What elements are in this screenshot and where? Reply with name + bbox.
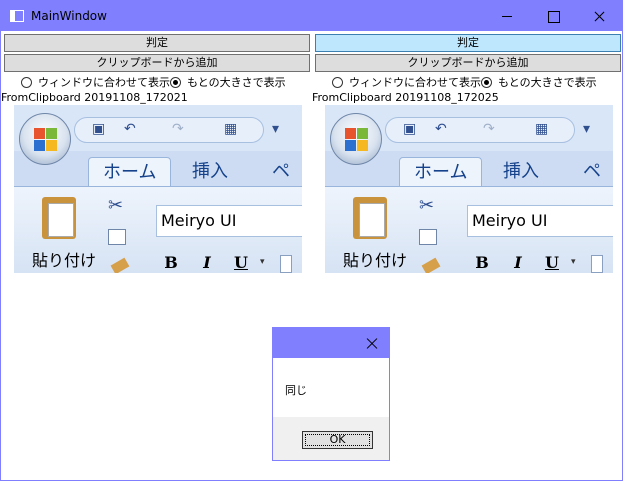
tab-insert: 挿入 (503, 161, 539, 182)
message-box: 同じ OK (272, 327, 390, 461)
cut-icon: ✂ (108, 195, 124, 216)
close-button[interactable] (576, 1, 622, 31)
app-window-icon (10, 10, 24, 22)
redo-icon: ↷ (483, 121, 495, 137)
add-from-clipboard-button-right[interactable]: クリップボードから追加 (315, 54, 621, 72)
radio-original-size-label-left[interactable]: もとの大きさで表示 (187, 74, 286, 90)
ribbon-body: 貼り付け ✂ Meiryo UI B I U ▾ (325, 186, 613, 273)
clipboard-icon (42, 197, 76, 239)
strikethrough-icon (591, 255, 603, 273)
chevron-down-icon: ▾ (571, 257, 576, 267)
radio-original-size-right[interactable] (481, 76, 492, 88)
message-box-title-bar[interactable] (273, 328, 389, 358)
font-name-box: Meiryo UI (467, 205, 613, 237)
capture-name-right: FromClipboard 20191108_172025 (312, 91, 499, 104)
radio-fit-window-label-right[interactable]: ウィンドウに合わせて表示 (349, 74, 481, 90)
ribbon-tabs: ホーム 挿入 ペー (325, 151, 613, 212)
tab-home: ホーム (399, 157, 483, 187)
undo-icon: ↶ (435, 121, 447, 137)
window-title: MainWindow (31, 9, 107, 23)
underline-icon: U (234, 253, 248, 272)
maximize-button[interactable] (530, 1, 576, 31)
right-panel: 判定 クリップボードから追加 ウィンドウに合わせて表示 もとの大きさで表示 Fr… (312, 34, 621, 105)
display-mode-radios-right: ウィンドウに合わせて表示 もとの大きさで表示 (315, 74, 621, 90)
add-from-clipboard-button-left[interactable]: クリップボードから追加 (4, 54, 310, 72)
tab-home: ホーム (88, 157, 172, 187)
bold-icon: B (475, 253, 489, 272)
tab-insert: 挿入 (192, 161, 228, 182)
judge-button-right[interactable]: 判定 (315, 34, 621, 52)
underline-icon: U (545, 253, 559, 272)
captured-image-right: ▣ ↶ ↷ ▦ ▾ ホーム 挿入 ペー 貼り付け ✂ Meiryo UI (325, 105, 613, 273)
format-painter-icon (421, 257, 441, 273)
left-panel: 判定 クリップボードから追加 ウィンドウに合わせて表示 もとの大きさで表示 Fr… (1, 34, 310, 105)
format-painter-icon (110, 257, 130, 273)
undo-icon: ↶ (124, 121, 136, 137)
italic-icon: I (203, 253, 211, 272)
paste-label: 貼り付け (343, 251, 408, 270)
save-icon: ▣ (403, 121, 417, 137)
ok-button[interactable]: OK (302, 431, 373, 449)
save-icon: ▣ (92, 121, 106, 137)
radio-fit-window-label-left[interactable]: ウィンドウに合わせて表示 (38, 74, 170, 90)
close-icon[interactable] (365, 336, 379, 350)
message-text: 同じ (285, 384, 307, 397)
capture-name-left: FromClipboard 20191108_172021 (1, 91, 188, 104)
message-box-footer: OK (273, 417, 389, 460)
radio-fit-window-right[interactable] (332, 76, 343, 88)
strikethrough-icon (280, 255, 292, 273)
redo-icon: ↷ (172, 121, 184, 137)
italic-icon: I (514, 253, 522, 272)
chevron-down-icon: ▾ (260, 257, 265, 267)
radio-original-size-label-right[interactable]: もとの大きさで表示 (498, 74, 597, 90)
display-mode-radios-left: ウィンドウに合わせて表示 もとの大きさで表示 (4, 74, 310, 90)
copy-icon (108, 229, 126, 245)
copy-icon (419, 229, 437, 245)
tab-page: ペー (583, 161, 601, 212)
cut-icon: ✂ (419, 195, 435, 216)
paste-label: 貼り付け (32, 251, 97, 270)
calculator-icon: ▦ (224, 121, 238, 137)
minimize-button[interactable] (484, 1, 530, 31)
tab-page: ペー (272, 161, 290, 212)
captured-image-left: ▣ ↶ ↷ ▦ ▾ ホーム 挿入 ペー 貼り付け ✂ Meiryo UI (14, 105, 302, 273)
calculator-icon: ▦ (535, 121, 549, 137)
ribbon-tabs: ホーム 挿入 ペー (14, 151, 302, 212)
font-name-box: Meiryo UI (156, 205, 302, 237)
radio-original-size-left[interactable] (170, 76, 181, 88)
title-bar[interactable]: MainWindow (1, 1, 622, 31)
ribbon-body: 貼り付け ✂ Meiryo UI B I U ▾ (14, 186, 302, 273)
customize-toolbar-icon: ▾ (272, 121, 280, 137)
clipboard-icon (353, 197, 387, 239)
bold-icon: B (164, 253, 178, 272)
judge-button-left[interactable]: 判定 (4, 34, 310, 52)
customize-toolbar-icon: ▾ (583, 121, 591, 137)
radio-fit-window-left[interactable] (21, 76, 32, 88)
